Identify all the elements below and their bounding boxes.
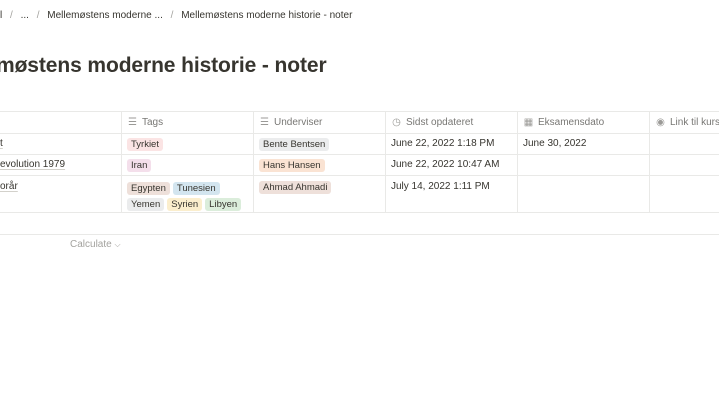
tag-bente-bentsen: Bente Bentsen (259, 138, 330, 151)
footer-border (0, 234, 719, 235)
column-divider (385, 111, 386, 212)
column-header-label: Tags (142, 117, 164, 128)
row-border (0, 175, 719, 176)
header-bottom-border (0, 133, 719, 134)
tag-libyen: Libyen (205, 198, 242, 211)
clock-icon: ◷ (392, 117, 401, 128)
column-header-label: Underviser (274, 117, 323, 128)
tag-egypten: Egypten (127, 182, 170, 195)
column-header-instructor[interactable]: ☰ Underviser (259, 112, 322, 133)
tag-tunesien: Tunesien (172, 182, 220, 195)
updated-cell[interactable]: June 22, 2022 10:47 AM (391, 159, 499, 170)
breadcrumb-separator: / (10, 10, 13, 21)
column-header-exam-date[interactable]: ▦ Eksamensdato (523, 112, 604, 133)
column-divider (121, 111, 122, 212)
calculate-button[interactable]: Calculate ⌵ (70, 239, 121, 250)
updated-cell[interactable]: July 14, 2022 1:11 PM (391, 181, 490, 192)
exam-date-cell[interactable]: June 30, 2022 (523, 138, 586, 149)
column-header-label: Link til kursu (670, 117, 719, 128)
row-name[interactable]: orår (0, 181, 18, 192)
tag-tyrkiet: Tyrkiet (127, 138, 163, 151)
tags-cell[interactable]: Tyrkiet (127, 138, 166, 151)
column-divider (253, 111, 254, 212)
tag-hans-hansen: Hans Hansen (259, 159, 325, 172)
tag-yemen: Yemen (127, 198, 165, 211)
calendar-icon: ▦ (523, 117, 534, 128)
tag-ahmad-ahmadi: Ahmad Ahmadi (259, 181, 332, 194)
tag-iran: Iran (127, 159, 152, 172)
column-divider (649, 111, 650, 212)
instructor-cell[interactable]: Bente Bentsen (259, 138, 332, 151)
breadcrumb-root[interactable]: l (0, 10, 2, 21)
row-border (0, 154, 719, 155)
column-header-label: Sidst opdateret (406, 117, 474, 128)
eye-icon: ◉ (656, 117, 665, 128)
row-name[interactable]: t (0, 138, 3, 149)
column-divider (517, 111, 518, 212)
row-name[interactable]: evolution 1979 (0, 159, 65, 170)
chevron-down-icon: ⌵ (114, 240, 121, 249)
tags-cell[interactable]: Egypten Tunesien Yemen Syrien Libyen (127, 181, 244, 213)
breadcrumb-parent[interactable]: Mellemøstens moderne ... (47, 10, 163, 21)
tag-syrien: Syrien (167, 198, 203, 211)
instructor-cell[interactable]: Hans Hansen (259, 159, 328, 172)
calculate-label: Calculate (70, 239, 112, 250)
instructor-cell[interactable]: Ahmad Ahmadi (259, 181, 334, 194)
breadcrumb: l / ... / Mellemøstens moderne ... / Mel… (0, 10, 352, 21)
column-header-label: Eksamensdato (538, 117, 605, 128)
column-header-tags[interactable]: ☰ Tags (127, 112, 163, 133)
tags-cell[interactable]: Iran (127, 159, 154, 172)
breadcrumb-ellipsis[interactable]: ... (21, 10, 29, 21)
table-top-border (0, 111, 719, 112)
list-icon: ☰ (260, 117, 269, 128)
column-header-updated[interactable]: ◷ Sidst opdateret (391, 112, 473, 133)
updated-cell[interactable]: June 22, 2022 1:18 PM (391, 138, 494, 149)
list-icon: ☰ (128, 117, 137, 128)
column-header-link[interactable]: ◉ Link til kursu (655, 112, 719, 133)
page-title[interactable]: møstens moderne historie - noter (0, 54, 327, 78)
breadcrumb-current[interactable]: Mellemøstens moderne historie - noter (181, 10, 352, 21)
top-bar: l / ... / Mellemøstens moderne ... / Mel… (0, 0, 719, 32)
breadcrumb-separator: / (36, 10, 40, 21)
row-border (0, 212, 719, 213)
breadcrumb-separator: / (170, 10, 174, 21)
